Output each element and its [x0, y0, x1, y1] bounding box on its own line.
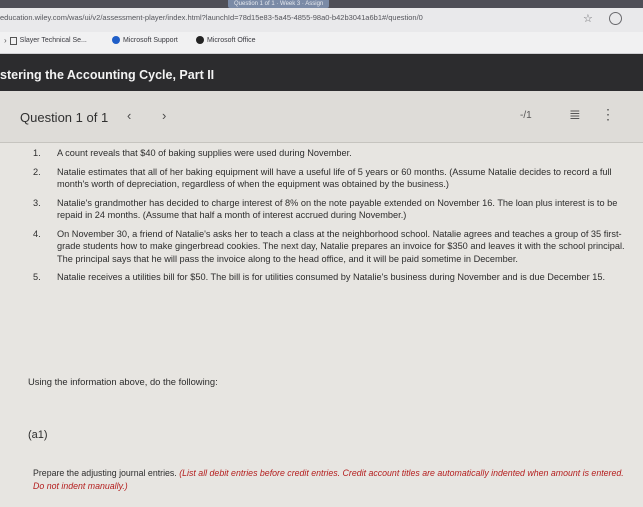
score-label: -/1	[520, 110, 532, 121]
part-label: (a1)	[28, 429, 48, 441]
next-question-button[interactable]: ›	[162, 108, 166, 123]
item-number: 5.	[33, 272, 41, 282]
item-number: 4.	[33, 228, 41, 239]
prepare-text: Prepare the adjusting journal entries.	[33, 468, 177, 478]
course-title: stering the Accounting Cycle, Part II	[0, 68, 215, 82]
question-label: Question 1 of 1	[20, 110, 109, 125]
office-icon	[196, 36, 204, 44]
transaction-list: 1. A count reveals that $40 of baking su…	[0, 147, 643, 290]
bookmark-label: Microsoft Support	[123, 36, 178, 44]
list-item: 4. On November 30, a friend of Natalie's…	[0, 228, 643, 266]
microsoft-icon	[112, 36, 120, 44]
browser-titlebar: Question 1 of 1 · Week 3 · Assign	[0, 0, 643, 8]
item-text: A count reveals that $40 of baking suppl…	[57, 148, 352, 158]
item-text: Natalie's grandmother has decided to cha…	[57, 197, 618, 221]
question-content: Question 1 of 1 ‹ › -/1 ≣ ⋮ 1. A count r…	[0, 91, 643, 507]
instructions-text: Using the information above, do the foll…	[28, 376, 218, 387]
item-number: 2.	[33, 166, 41, 177]
more-options-icon[interactable]: ⋮	[601, 106, 615, 123]
item-number: 3.	[33, 197, 41, 208]
bookmarks-bar: › Slayer Technical Se... Microsoft Suppo…	[0, 32, 643, 54]
previous-question-button[interactable]: ‹	[127, 108, 131, 123]
browser-tab[interactable]: Question 1 of 1 · Week 3 · Assign	[228, 0, 330, 8]
item-text: On November 30, a friend of Natalie's as…	[57, 228, 625, 264]
item-number: 1.	[33, 148, 41, 158]
bookmark-item-slayer[interactable]: › Slayer Technical Se...	[4, 36, 87, 45]
address-bar: education.wiley.com/was/ui/v2/assessment…	[0, 8, 643, 32]
profile-icon[interactable]	[609, 12, 622, 25]
item-text: Natalie estimates that all of her baking…	[57, 166, 612, 190]
list-item: 2. Natalie estimates that all of her bak…	[0, 166, 643, 191]
chevron-icon: ›	[4, 36, 7, 45]
list-item: 5. Natalie receives a utilities bill for…	[0, 271, 643, 284]
prepare-instructions: Prepare the adjusting journal entries. (…	[33, 467, 633, 492]
bookmark-label: Slayer Technical Se...	[19, 37, 87, 44]
question-nav-bar: Question 1 of 1 ‹ › -/1 ≣ ⋮	[0, 91, 643, 143]
list-icon[interactable]: ≣	[569, 106, 581, 123]
bookmark-label: Microsoft Office	[207, 36, 256, 44]
list-item: 3. Natalie's grandmother has decided to …	[0, 197, 643, 222]
bookmark-item-microsoft-support[interactable]: Microsoft Support	[112, 36, 178, 44]
url-field[interactable]: education.wiley.com/was/ui/v2/assessment…	[0, 13, 560, 22]
bookmark-star-icon[interactable]: ☆	[583, 12, 593, 25]
page-icon	[9, 36, 17, 45]
bookmark-item-microsoft-office[interactable]: Microsoft Office	[196, 36, 256, 44]
item-text: Natalie receives a utilities bill for $5…	[57, 272, 605, 282]
list-item: 1. A count reveals that $40 of baking su…	[0, 147, 643, 160]
course-header: stering the Accounting Cycle, Part II	[0, 55, 643, 91]
